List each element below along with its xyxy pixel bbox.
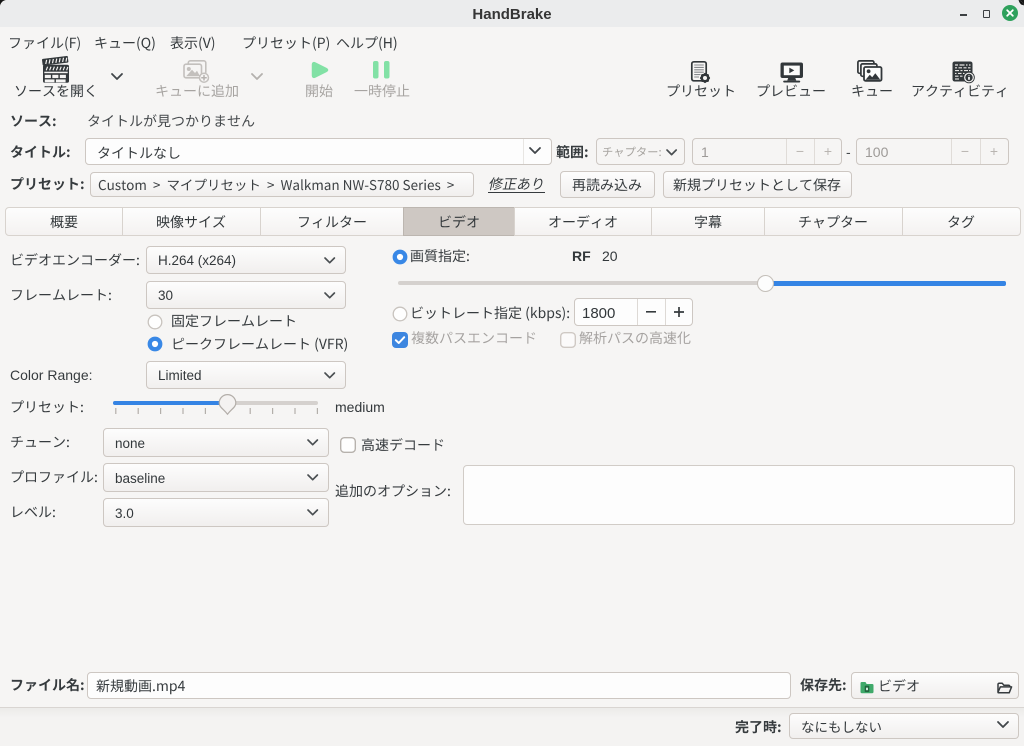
svg-text:3.0: 3.0 xyxy=(115,506,134,521)
svg-text:RF: RF xyxy=(572,248,591,264)
svg-text:Limited: Limited xyxy=(158,368,202,383)
svg-text:Color Range:: Color Range: xyxy=(10,367,93,383)
svg-text:+: + xyxy=(824,143,832,159)
svg-text:baseline: baseline xyxy=(115,471,165,486)
svg-text:medium: medium xyxy=(335,399,385,415)
svg-text:HandBrake: HandBrake xyxy=(472,6,551,23)
svg-text:−: − xyxy=(961,143,969,159)
svg-text:20: 20 xyxy=(602,248,618,264)
svg-text:H.264 (x264): H.264 (x264) xyxy=(158,253,236,268)
svg-text:−: − xyxy=(796,143,804,159)
svg-text:1: 1 xyxy=(701,144,709,160)
svg-text:30: 30 xyxy=(158,288,173,303)
svg-text:none: none xyxy=(115,436,145,451)
svg-text:-: - xyxy=(846,144,851,160)
svg-text:+: + xyxy=(990,143,998,159)
svg-text:100: 100 xyxy=(865,144,889,160)
svg-text:1800: 1800 xyxy=(582,305,615,322)
